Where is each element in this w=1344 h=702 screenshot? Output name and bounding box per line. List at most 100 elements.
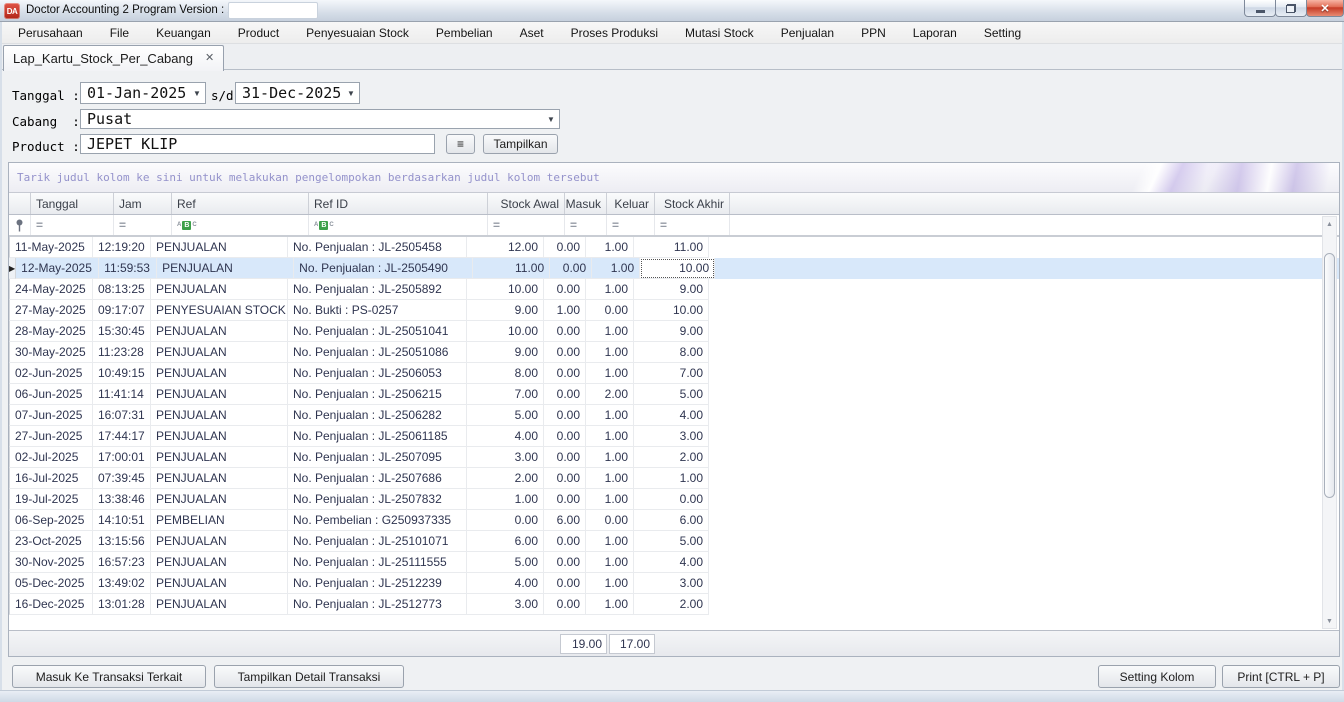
cell-stock-awal[interactable]: 11.00 xyxy=(473,258,550,279)
table-row[interactable]: 07-Jun-202516:07:31PENJUALANNo. Penjuala… xyxy=(9,405,1339,426)
cell-masuk[interactable]: 0.00 xyxy=(544,405,586,426)
cell-tanggal[interactable]: 16-Dec-2025 xyxy=(10,594,93,615)
cell-stock-awal[interactable]: 0.00 xyxy=(467,510,544,531)
cell-ref-id[interactable]: No. Penjualan : JL-2505458 xyxy=(288,237,467,258)
column-header-masuk[interactable]: Masuk xyxy=(565,193,607,214)
menu-item-mutasi-stock[interactable]: Mutasi Stock xyxy=(679,24,760,42)
cell-jam[interactable]: 12:19:20 xyxy=(93,237,151,258)
menu-item-ppn[interactable]: PPN xyxy=(855,24,892,42)
cell-keluar[interactable]: 1.00 xyxy=(586,426,634,447)
close-button[interactable]: ✕ xyxy=(1306,0,1344,17)
cell-stock-akhir[interactable]: 2.00 xyxy=(634,594,709,615)
cell-masuk[interactable]: 0.00 xyxy=(544,489,586,510)
cell-tanggal[interactable]: 16-Jul-2025 xyxy=(10,468,93,489)
cell-stock-akhir[interactable]: 11.00 xyxy=(634,237,709,258)
cell-keluar[interactable]: 1.00 xyxy=(586,405,634,426)
cell-ref[interactable]: PENJUALAN xyxy=(151,321,288,342)
cell-jam[interactable]: 11:41:14 xyxy=(93,384,151,405)
table-row[interactable]: 06-Jun-202511:41:14PENJUALANNo. Penjuala… xyxy=(9,384,1339,405)
cell-ref[interactable]: PENJUALAN xyxy=(151,531,288,552)
cell-ref[interactable]: PENJUALAN xyxy=(151,405,288,426)
cell-ref-id[interactable]: No. Penjualan : JL-2505490 xyxy=(294,258,473,279)
cell-masuk[interactable]: 1.00 xyxy=(544,300,586,321)
tampilkan-detail-button[interactable]: Tampilkan Detail Transaksi xyxy=(214,665,404,688)
cell-jam[interactable]: 09:17:07 xyxy=(93,300,151,321)
cell-masuk[interactable]: 0.00 xyxy=(544,384,586,405)
title-bar[interactable]: DA Doctor Accounting 2 Program Version :… xyxy=(0,0,1344,22)
cell-stock-awal[interactable]: 4.00 xyxy=(467,426,544,447)
column-header-ref[interactable]: Ref xyxy=(172,193,309,214)
cell-ref-id[interactable]: No. Penjualan : JL-2506053 xyxy=(288,363,467,384)
cell-ref-id[interactable]: No. Penjualan : JL-2506215 xyxy=(288,384,467,405)
cell-tanggal[interactable]: 23-Oct-2025 xyxy=(10,531,93,552)
cell-masuk[interactable]: 0.00 xyxy=(544,573,586,594)
cell-tanggal[interactable]: 27-Jun-2025 xyxy=(10,426,93,447)
cell-ref-id[interactable]: No. Penjualan : JL-25061185 xyxy=(288,426,467,447)
cell-stock-akhir[interactable]: 10.00 xyxy=(634,300,709,321)
restore-button[interactable] xyxy=(1275,0,1307,17)
table-row[interactable]: 27-Jun-202517:44:17PENJUALANNo. Penjuala… xyxy=(9,426,1339,447)
filter-cell-stock-awal[interactable]: = xyxy=(488,215,565,235)
cell-keluar[interactable]: 1.00 xyxy=(586,447,634,468)
cell-stock-akhir[interactable]: 10.00 xyxy=(640,258,715,279)
cell-ref[interactable]: PENYESUAIAN STOCK xyxy=(151,300,288,321)
cell-ref[interactable]: PENJUALAN xyxy=(151,447,288,468)
table-row[interactable]: 28-May-202515:30:45PENJUALANNo. Penjuala… xyxy=(9,321,1339,342)
filter-pin-icon[interactable] xyxy=(9,215,31,235)
cell-stock-akhir[interactable]: 9.00 xyxy=(634,321,709,342)
filter-cell-tanggal[interactable]: = xyxy=(31,215,114,235)
cell-stock-awal[interactable]: 7.00 xyxy=(467,384,544,405)
table-row[interactable]: ▶12-May-202511:59:53PENJUALANNo. Penjual… xyxy=(9,258,1339,279)
vertical-scrollbar[interactable]: ▲ ▼ xyxy=(1322,216,1337,629)
cell-stock-akhir[interactable]: 3.00 xyxy=(634,573,709,594)
cell-keluar[interactable]: 0.00 xyxy=(586,510,634,531)
cell-ref[interactable]: PENJUALAN xyxy=(151,552,288,573)
cell-ref[interactable]: PENJUALAN xyxy=(151,237,288,258)
cell-ref[interactable]: PENJUALAN xyxy=(151,279,288,300)
table-row[interactable]: 16-Dec-202513:01:28PENJUALANNo. Penjuala… xyxy=(9,594,1339,615)
cell-keluar[interactable]: 1.00 xyxy=(586,531,634,552)
cell-keluar[interactable]: 1.00 xyxy=(586,237,634,258)
cell-stock-awal[interactable]: 9.00 xyxy=(467,342,544,363)
cell-tanggal[interactable]: 12-May-2025 xyxy=(16,258,99,279)
cell-jam[interactable]: 13:15:56 xyxy=(93,531,151,552)
cell-jam[interactable]: 17:00:01 xyxy=(93,447,151,468)
menu-item-aset[interactable]: Aset xyxy=(514,24,550,42)
cell-jam[interactable]: 13:01:28 xyxy=(93,594,151,615)
cell-stock-akhir[interactable]: 7.00 xyxy=(634,363,709,384)
cell-keluar[interactable]: 0.00 xyxy=(586,300,634,321)
cell-tanggal[interactable]: 07-Jun-2025 xyxy=(10,405,93,426)
cell-stock-awal[interactable]: 3.00 xyxy=(467,447,544,468)
cell-keluar[interactable]: 1.00 xyxy=(592,258,640,279)
cell-keluar[interactable]: 2.00 xyxy=(586,384,634,405)
cell-tanggal[interactable]: 28-May-2025 xyxy=(10,321,93,342)
cell-ref-id[interactable]: No. Penjualan : JL-2507095 xyxy=(288,447,467,468)
table-row[interactable]: 24-May-202508:13:25PENJUALANNo. Penjuala… xyxy=(9,279,1339,300)
column-header-keluar[interactable]: Keluar xyxy=(607,193,655,214)
cell-tanggal[interactable]: 02-Jun-2025 xyxy=(10,363,93,384)
cell-stock-awal[interactable]: 2.00 xyxy=(467,468,544,489)
cell-stock-awal[interactable]: 5.00 xyxy=(467,552,544,573)
menu-item-setting[interactable]: Setting xyxy=(978,24,1027,42)
cell-stock-awal[interactable]: 3.00 xyxy=(467,594,544,615)
column-header-jam[interactable]: Jam xyxy=(114,193,172,214)
cell-jam[interactable]: 15:30:45 xyxy=(93,321,151,342)
cell-ref[interactable]: PENJUALAN xyxy=(151,384,288,405)
cell-masuk[interactable]: 0.00 xyxy=(544,468,586,489)
cell-masuk[interactable]: 6.00 xyxy=(544,510,586,531)
cell-keluar[interactable]: 1.00 xyxy=(586,594,634,615)
cell-ref[interactable]: PENJUALAN xyxy=(157,258,294,279)
cell-stock-akhir[interactable]: 6.00 xyxy=(634,510,709,531)
cell-keluar[interactable]: 1.00 xyxy=(586,489,634,510)
cell-stock-awal[interactable]: 4.00 xyxy=(467,573,544,594)
table-row[interactable]: 02-Jun-202510:49:15PENJUALANNo. Penjuala… xyxy=(9,363,1339,384)
cell-keluar[interactable]: 1.00 xyxy=(586,342,634,363)
cell-tanggal[interactable]: 27-May-2025 xyxy=(10,300,93,321)
cell-tanggal[interactable]: 11-May-2025 xyxy=(10,237,93,258)
cell-ref-id[interactable]: No. Penjualan : JL-25051041 xyxy=(288,321,467,342)
cell-masuk[interactable]: 0.00 xyxy=(544,321,586,342)
cell-ref-id[interactable]: No. Penjualan : JL-2512239 xyxy=(288,573,467,594)
cell-stock-akhir[interactable]: 4.00 xyxy=(634,552,709,573)
product-input[interactable]: JEPET KLIP xyxy=(80,134,435,154)
tab-lap-kartu-stock-per-cabang[interactable]: Lap_Kartu_Stock_Per_Cabang ✕ xyxy=(3,45,224,71)
